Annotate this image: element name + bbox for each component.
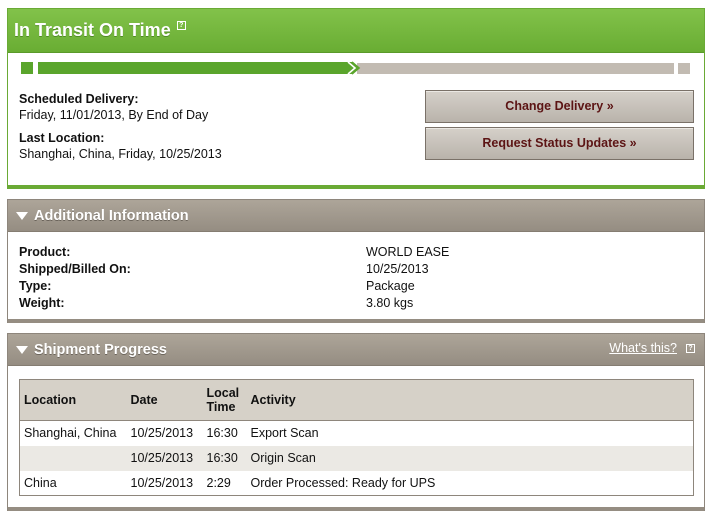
- cell-date: 10/25/2013: [126, 445, 203, 471]
- shipment-progress-section: Shipment Progress What's this? ? Locatio…: [7, 333, 705, 511]
- section-bottom-bar: [8, 319, 704, 323]
- status-footer-bar: [8, 185, 704, 189]
- progress-remaining-segment: [357, 63, 674, 74]
- collapse-triangle-icon[interactable]: [16, 212, 28, 220]
- progress-end-segment: [678, 63, 690, 74]
- progress-completed-segment: [38, 62, 353, 74]
- section-title: Shipment Progress: [34, 342, 167, 358]
- cell-date: 10/25/2013: [130, 426, 194, 441]
- help-icon[interactable]: ?: [686, 344, 695, 353]
- section-title: Additional Information: [34, 208, 189, 224]
- column-header-activity: Activity: [246, 379, 694, 421]
- column-header-local-time: Local Time: [202, 379, 247, 421]
- delivery-progress-bar: [21, 61, 692, 76]
- change-delivery-button[interactable]: Change Delivery »: [425, 90, 694, 123]
- weight-value: 3.80 kgs: [366, 296, 414, 310]
- cell-activity: Order Processed: Ready for UPS: [250, 475, 436, 490]
- table-row: China 10/25/2013 2:29 Order Processed: R…: [20, 471, 694, 496]
- scheduled-delivery: Scheduled Delivery: Friday, 11/01/2013, …: [19, 92, 222, 122]
- additional-information-section: Additional Information Product: WORLD EA…: [7, 199, 705, 323]
- column-header-date: Date: [126, 379, 203, 421]
- cell-location: [19, 445, 127, 471]
- product-value: WORLD EASE: [366, 245, 450, 259]
- local-time-line-2: Time: [206, 400, 236, 414]
- scheduled-delivery-label: Scheduled Delivery:: [19, 92, 139, 106]
- delivery-info: Scheduled Delivery: Friday, 11/01/2013, …: [19, 92, 222, 161]
- last-location-value: Shanghai, China, Friday, 10/25/2013: [19, 147, 222, 161]
- type-label: Type:: [19, 279, 52, 293]
- cell-time: 16:30: [206, 426, 238, 441]
- column-header-location: Location: [19, 379, 127, 421]
- cell-location: China: [24, 475, 57, 490]
- progress-start-segment: [21, 62, 33, 74]
- additional-information-header[interactable]: Additional Information: [8, 200, 704, 232]
- shipped-billed-on-label: Shipped/Billed On:: [19, 262, 131, 276]
- scheduled-delivery-value: Friday, 11/01/2013, By End of Day: [19, 108, 209, 122]
- shipment-progress-table: Location Date Local Time Activity Shangh…: [19, 379, 694, 496]
- status-title: In Transit On Time: [14, 20, 171, 40]
- help-icon[interactable]: ?: [176, 21, 186, 30]
- status-header: In Transit On Time?: [8, 9, 704, 53]
- table-row: Shanghai, China 10/25/2013 16:30 Export …: [20, 421, 694, 446]
- shipped-billed-on-value: 10/25/2013: [366, 262, 429, 276]
- cell-time: 16:30: [202, 445, 247, 471]
- last-location-label: Last Location:: [19, 131, 105, 145]
- cell-activity: Export Scan: [250, 426, 319, 441]
- whats-this-link[interactable]: What's this?: [609, 341, 677, 355]
- table-header-row: Location Date Local Time Activity: [19, 379, 694, 421]
- cell-location: Shanghai, China: [24, 426, 117, 441]
- shipment-progress-header[interactable]: Shipment Progress What's this? ?: [8, 334, 704, 366]
- table-row: 10/25/2013 16:30 Origin Scan: [19, 445, 694, 471]
- cell-activity: Origin Scan: [246, 445, 694, 471]
- cell-time: 2:29: [206, 475, 231, 490]
- section-bottom-bar: [8, 507, 704, 511]
- local-time-line-1: Local: [206, 386, 240, 400]
- status-panel: In Transit On Time? Scheduled Delivery: …: [7, 8, 705, 189]
- progress-marker-icon: [345, 61, 361, 75]
- product-label: Product:: [19, 245, 71, 259]
- type-value: Package: [366, 279, 415, 293]
- cell-date: 10/25/2013: [130, 475, 194, 490]
- collapse-triangle-icon[interactable]: [16, 346, 28, 354]
- weight-label: Weight:: [19, 296, 65, 310]
- request-status-updates-button[interactable]: Request Status Updates »: [425, 127, 694, 160]
- last-location: Last Location: Shanghai, China, Friday, …: [19, 131, 222, 161]
